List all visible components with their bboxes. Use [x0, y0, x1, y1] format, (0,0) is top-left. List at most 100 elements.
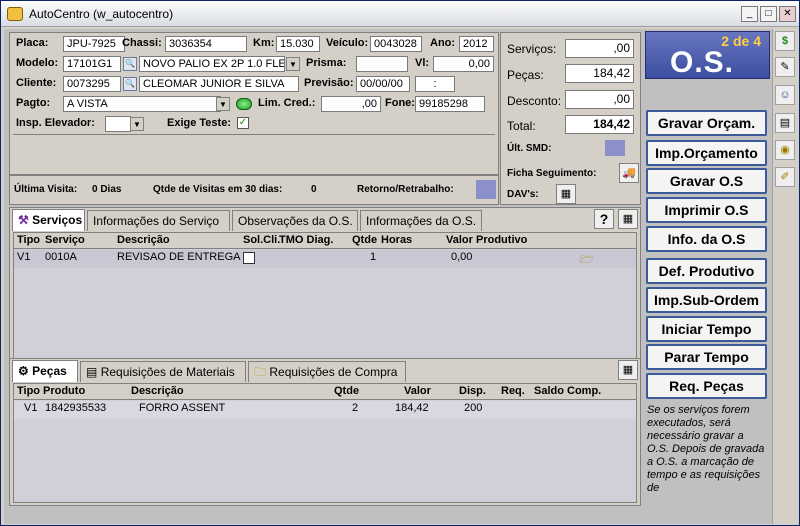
imprimir-os-button[interactable]: Imprimir O.S	[646, 197, 767, 223]
veiculo-label: Veículo:	[326, 37, 369, 49]
target-icon[interactable]: ◉	[775, 140, 795, 160]
tab-requisicoes-materiais[interactable]: ▤ Requisições de Materiais	[80, 361, 246, 382]
cliente-search-icon[interactable]: 🔍	[123, 77, 137, 91]
qtde-visitas-value: 0	[311, 184, 317, 195]
row-descricao: REVISAO DE ENTREGA	[117, 251, 241, 263]
col-req: Req.	[501, 385, 525, 397]
davs-icon[interactable]: ▦	[556, 184, 576, 204]
row-disp: 200	[464, 402, 483, 414]
col-tipo: Tipo	[17, 234, 41, 246]
modelo-code-field[interactable]: 17101G1	[63, 56, 121, 72]
help-button[interactable]: ?	[594, 209, 614, 229]
maximize-button[interactable]: □	[760, 6, 777, 22]
vl-field[interactable]: 0,00	[433, 56, 494, 72]
edit-icon[interactable]: ✎	[775, 57, 795, 77]
col-sol-cli: Sol.Cli.	[243, 234, 281, 246]
pagto-dropdown-icon[interactable]: ▼	[216, 97, 230, 111]
table-row[interactable]: V1 0010A REVISAO DE ENTREGA 1 0,00 🗁	[14, 250, 636, 268]
modelo-dropdown-icon[interactable]: ▼	[286, 57, 300, 71]
placa-label: Placa:	[16, 37, 49, 49]
tab-informacoes-os[interactable]: Informações da O.S.	[360, 210, 482, 231]
limcred-field[interactable]: ,00	[321, 96, 381, 112]
gravar-os-button[interactable]: Gravar O.S	[646, 168, 767, 194]
iniciar-tempo-button[interactable]: Iniciar Tempo	[646, 316, 767, 342]
desconto-value[interactable]: ,00	[565, 90, 634, 109]
veiculo-field[interactable]: 0043028	[370, 36, 422, 52]
def-produtivo-button[interactable]: Def. Produtivo	[646, 258, 767, 284]
user-icon[interactable]: ☺	[775, 85, 795, 105]
modelo-desc-field[interactable]: NOVO PALIO EX 2P 1.0 FLEX	[139, 56, 285, 72]
previsao-time-field[interactable]: :	[415, 76, 455, 92]
divider	[13, 134, 495, 135]
list-icon: ▤	[86, 365, 98, 379]
ficha-seguimento-icon[interactable]: 🚚	[619, 163, 639, 183]
insp-dropdown-icon[interactable]: ▼	[130, 117, 144, 131]
minimize-button[interactable]: _	[741, 6, 758, 22]
req-pecas-button[interactable]: Req. Peças	[646, 373, 767, 399]
sol-cli-checkbox[interactable]	[243, 252, 255, 264]
cliente-label: Cliente:	[16, 77, 57, 89]
row-qtde: 1	[370, 251, 377, 263]
col-valor: Valor	[446, 234, 473, 246]
placa-field[interactable]: JPU-7925	[63, 36, 125, 52]
document-icon[interactable]: ▤	[775, 113, 795, 133]
col-descricao: Descrição	[117, 234, 170, 246]
prisma-field[interactable]	[356, 56, 408, 72]
tab-requisicoes-compra[interactable]: 🗀 Requisições de Compra	[248, 361, 406, 382]
col-descricao: Descrição	[131, 385, 184, 397]
imp-sub-ordem-button[interactable]: Imp.Sub-Ordem	[646, 287, 767, 313]
exige-teste-checkbox[interactable]: ✓	[237, 117, 249, 129]
tab-informacoes-servico[interactable]: Informações do Serviço	[87, 210, 230, 231]
row-valor: 184,42	[395, 402, 429, 414]
tab-servicos[interactable]: ⚒ Serviços	[12, 209, 85, 231]
previsao-label: Previsão:	[304, 77, 354, 89]
row-tipo: V1	[24, 402, 38, 414]
status-green-icon[interactable]	[236, 98, 252, 110]
row-valor: 0,00	[451, 251, 473, 263]
parar-tempo-button[interactable]: Parar Tempo	[646, 344, 767, 370]
desconto-label: Desconto:	[507, 94, 562, 108]
col-tmo-diag: TMO Diag.	[279, 234, 334, 246]
retorno-color-swatch	[476, 180, 496, 199]
cliente-code-field[interactable]: 0073295	[63, 76, 121, 92]
previsao-date-field[interactable]: 00/00/00	[356, 76, 410, 92]
close-button[interactable]: ✕	[779, 6, 796, 22]
pencil-icon[interactable]: ✐	[775, 167, 795, 187]
insp-elevador-field[interactable]	[105, 116, 131, 132]
title-bar: AutoCentro (w_autocentro) _ □ ✕	[1, 1, 799, 27]
chassi-field[interactable]: 3036354	[165, 36, 247, 52]
ano-label: Ano:	[430, 37, 456, 49]
tab-servicos-label: Serviços	[32, 213, 83, 227]
parts-grid-config-icon[interactable]: ▦	[618, 360, 638, 380]
col-tipo: Tipo	[17, 385, 41, 397]
info-os-button[interactable]: Info. da O.S	[646, 226, 767, 252]
money-icon[interactable]: $	[775, 31, 795, 51]
qtde-visitas-label: Qtde de Visitas em 30 dias:	[153, 184, 283, 195]
folder-icon: 🗀	[254, 365, 267, 379]
window-title: AutoCentro (w_autocentro)	[29, 7, 174, 21]
pagto-field[interactable]: A VISTA	[63, 96, 221, 112]
table-row[interactable]: V1 1842935533 FORRO ASSENT 2 184,42 200	[14, 401, 636, 419]
ult-smd-label: Últ. SMD:	[507, 143, 552, 154]
parts-icon: ⚙	[18, 364, 29, 378]
fone-field[interactable]: 99185298	[415, 96, 485, 112]
modelo-search-icon[interactable]: 🔍	[123, 57, 137, 71]
col-produtivo: Produtivo	[476, 234, 528, 246]
col-produto: Produto	[43, 385, 86, 397]
tab-observacoes-os[interactable]: Observações da O.S.	[232, 210, 358, 231]
ultima-visita-label: Última Visita:	[14, 184, 78, 195]
ano-field[interactable]: 2012	[459, 36, 494, 52]
col-servico: Serviço	[45, 234, 85, 246]
tab-pecas[interactable]: ⚙ Peças	[12, 360, 78, 382]
col-valor: Valor	[404, 385, 431, 397]
total-value: 184,42	[565, 115, 634, 134]
grid-config-icon[interactable]: ▦	[618, 209, 638, 229]
gravar-orcamento-button[interactable]: Gravar Orçam.	[646, 110, 767, 136]
imp-orcamento-button[interactable]: Imp.Orçamento	[646, 140, 767, 166]
folder-icon[interactable]: 🗁	[580, 251, 594, 270]
cliente-name-field[interactable]: CLEOMAR JUNIOR E SILVA	[139, 76, 299, 92]
chassi-label: Chassi:	[122, 37, 162, 49]
modelo-label: Modelo:	[16, 57, 59, 69]
km-field[interactable]: 15.030	[276, 36, 320, 52]
retorno-label: Retorno/Retrabalho:	[357, 184, 454, 195]
